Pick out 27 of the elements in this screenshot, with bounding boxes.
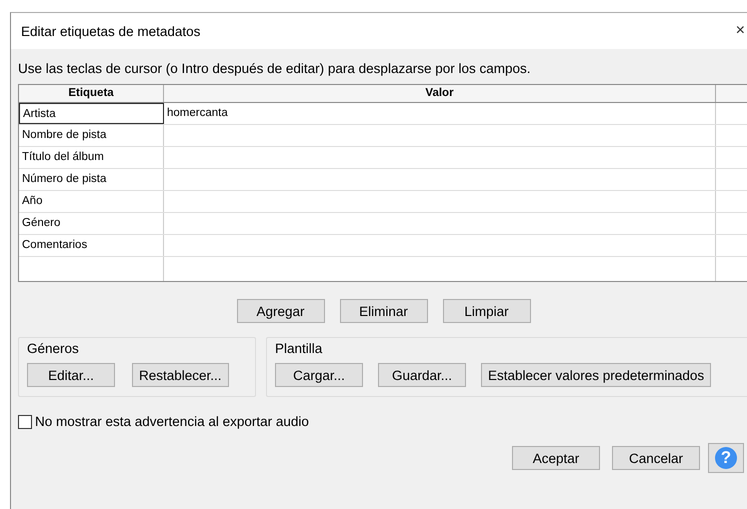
checkbox[interactable] xyxy=(18,414,32,428)
table-cell[interactable]: Artista xyxy=(19,103,164,124)
button[interactable]: Guardar... xyxy=(378,363,466,387)
column-header: Valor xyxy=(164,85,716,102)
table-cell[interactable]: homercanta xyxy=(164,103,716,124)
group-title: Plantilla xyxy=(275,341,324,356)
table-cell[interactable]: Comentarios xyxy=(19,235,164,256)
button[interactable]: Agregar xyxy=(236,299,324,323)
table-cell[interactable]: Nombre de pista xyxy=(19,125,164,146)
button[interactable]: Eliminar xyxy=(340,299,428,323)
table-cell[interactable]: Género xyxy=(19,213,164,234)
table-cell[interactable]: Título del álbum xyxy=(19,147,164,168)
close-button[interactable]: × xyxy=(736,22,745,40)
window-title: Editar etiquetas de metadatos xyxy=(21,24,200,38)
button[interactable]: Editar... xyxy=(27,363,115,387)
table-cell[interactable]: Número de pista xyxy=(19,169,164,190)
instructions-text: Use las teclas de cursor (o Intro después de editar) para desplazarse por los campos. xyxy=(18,61,532,76)
button[interactable]: Aceptar xyxy=(512,446,600,470)
button[interactable]: Cargar... xyxy=(275,363,363,387)
checkbox-label: No mostrar esta advertencia al exportar audio xyxy=(35,414,309,429)
button[interactable]: Restablecer... xyxy=(132,363,229,387)
table-cell[interactable]: Año xyxy=(19,191,164,212)
button[interactable]: Limpiar xyxy=(442,299,530,323)
group-title: Géneros xyxy=(27,341,80,356)
button[interactable]: Cancelar xyxy=(612,446,700,470)
column-header: Etiqueta xyxy=(19,85,164,102)
button[interactable]: Establecer valores predeterminados xyxy=(481,363,712,387)
